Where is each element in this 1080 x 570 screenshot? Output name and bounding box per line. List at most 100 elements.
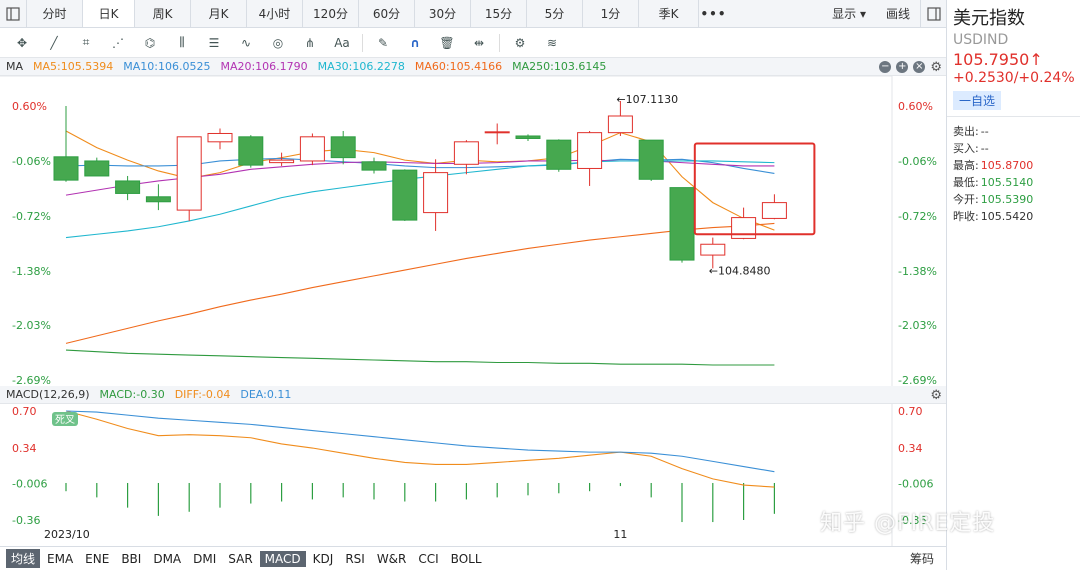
indicator-tab[interactable]: BOLL [446,551,487,567]
indicator-tab[interactable]: W&R [372,551,412,567]
quote-label: 最低: [953,176,979,189]
quote-value: -- [980,125,989,138]
indicator-tab[interactable]: SAR [223,551,257,567]
y-axis-right-label: -2.69% [898,374,937,386]
ma-line [65,222,775,344]
tab-period[interactable]: 4小时 [246,0,302,27]
minus-icon[interactable]: − [879,61,892,73]
cycle-icon[interactable]: ◎ [262,30,294,56]
macd-chart[interactable]: 0.70 0.700.34 0.34-0.006 -0.006-0.36 -0.36死叉… [0,404,946,546]
quote-row: 今开: 105.5390 [953,191,1080,208]
pen-icon[interactable]: ✎ [367,30,399,56]
tab-period[interactable]: 60分 [358,0,414,27]
tab-period[interactable]: 周K [134,0,190,27]
indicator-tab[interactable]: DMI [188,551,221,567]
quote-value: 105.5390 [980,193,1034,206]
tab-period[interactable]: 5分 [526,0,582,27]
macd-line [65,410,775,488]
legend-item: MACD:-0.30 [99,388,165,401]
indicator-tab-bar: 均线 EMA ENE BBI DMA DMI SAR MACD KDJ RSI W&R CCI BOLL… [0,546,946,570]
quote-row: 买入: -- [953,140,1080,157]
tab-period[interactable]: 120分 [302,0,358,27]
quote-label: 买入: [953,142,979,155]
gear-icon[interactable]: ⚙ [930,388,942,403]
candle-body [299,136,325,162]
toolbar-separator [499,33,500,52]
quote-row: 最低: 105.5140 [953,174,1080,191]
price-change: +0.2530/+0.24% [953,70,1075,86]
y-axis-left-label: -0.06% [12,155,51,168]
instrument-code: USDIND [953,32,1009,48]
candle-body [53,156,79,181]
watermark: 知乎 @FIRE定投 [820,511,996,536]
settings-icon[interactable]: ⚙ [504,30,536,56]
y-axis-right-label: 0.70 [898,405,923,418]
quote-value: 105.5420 [980,210,1034,223]
legend-item: DIFF:-0.04 [174,388,231,401]
y-axis-left-label: -0.36 [12,514,40,527]
indicator-tab[interactable]: MACD [259,550,306,567]
panel-toggle-icon[interactable] [920,0,946,28]
channel-icon[interactable]: ⫼ [166,30,198,56]
chips-button[interactable]: 筹码 [910,550,934,567]
line-icon[interactable]: ╱ [38,30,70,56]
macd-legend-title: MACD(12,26,9) [6,388,90,401]
y-axis-left-label: -0.006 [12,478,47,491]
tab-period[interactable]: 季K [638,0,698,27]
close-icon[interactable]: × [913,61,926,73]
candle-body [761,202,787,219]
y-axis-left-label: -1.38% [12,265,51,278]
candle-body [515,135,541,139]
draw-lines-button[interactable]: 画线 [876,5,920,22]
candlestick-chart[interactable]: 0.60% 0.60% -0.06% -0.06% -0.72% -0.72% -1.38%… [0,76,946,386]
indicator-tab[interactable]: 均线 [6,549,41,568]
cross-badge-label: 死叉 [55,414,75,426]
indicator-tab[interactable]: ENE [80,551,114,567]
indicator-tab[interactable]: BBI [116,551,146,567]
indicator-tab[interactable]: EMA [42,551,78,567]
x-axis-label: 2023/10 [44,528,90,541]
indicator-tab[interactable]: CCI [413,551,443,567]
plus-icon[interactable]: + [896,61,909,73]
gear-icon[interactable]: ⚙ [930,60,942,75]
tab-period[interactable]: 15分 [470,0,526,27]
y-axis-left-label: -2.69% [12,374,51,386]
trash-icon[interactable]: 🗑 [431,30,463,56]
pattern-icon[interactable]: ⌬ [134,30,166,56]
indicator-tab[interactable]: DMA [148,551,186,567]
indicator-tab[interactable]: RSI [340,551,370,567]
crop-icon[interactable]: ⌗ [70,30,102,56]
quote-label: 最高: [953,159,979,172]
text-icon[interactable]: Aa [326,30,358,56]
candle-body [269,159,295,164]
move-cross-icon[interactable]: ✥ [6,30,38,56]
display-menu[interactable]: 显示 ▾ [822,5,876,22]
instrument-name: 美元指数 [953,8,1025,29]
quote-row: 卖出: -- [953,123,1080,140]
y-axis-left-label: -0.72% [12,210,51,223]
tab-period[interactable]: 1分 [582,0,638,27]
add-watchlist-button[interactable]: 一自选 [953,91,1002,110]
candle-body [484,131,510,134]
levels-icon[interactable]: ☰ [198,30,230,56]
legend-item: MA5:105.5394 [33,60,114,73]
layers-icon[interactable]: ≋ [536,30,568,56]
tab-period[interactable]: ••• [698,0,728,27]
ma-legend-title: MA [6,60,24,73]
y-axis-right-label: 0.34 [898,442,923,455]
pitchfork-icon[interactable]: ⋔ [294,30,326,56]
tab-period[interactable]: 30分 [414,0,470,27]
resize-icon[interactable]: ⇹ [463,30,495,56]
wave-icon[interactable]: ∿ [230,30,262,56]
magnet-icon[interactable]: ∩ [399,30,431,56]
tab-period[interactable]: 日K [82,0,134,27]
indicator-tab[interactable]: KDJ [308,551,339,567]
price-extreme-label: ←104.8480 [709,264,771,277]
tab-period[interactable]: 分时 [26,0,82,27]
y-axis-right-label: -0.006 [898,478,933,491]
price-extreme-label: ←107.1130 [616,93,678,106]
legend-item: MA30:106.2278 [317,60,405,73]
tab-period[interactable]: 月K [190,0,246,27]
fan-icon[interactable]: ⋰ [102,30,134,56]
sidebar-toggle-icon[interactable] [0,0,26,27]
